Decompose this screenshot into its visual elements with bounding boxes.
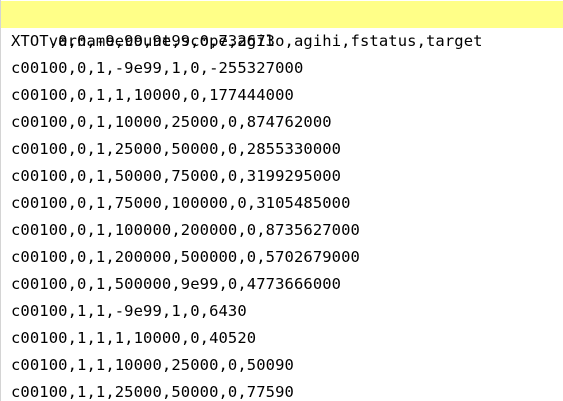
- text-line[interactable]: c00100,0,1,-9e99,1,0,-255327000: [1, 55, 563, 82]
- text-line[interactable]: c00100,0,1,200000,500000,0,5702679000: [1, 244, 563, 271]
- line-text: c00100,0,1,200000,500000,0,5702679000: [11, 248, 360, 266]
- text-line[interactable]: c00100,0,1,10000,25000,0,874762000: [1, 109, 563, 136]
- current-line[interactable]: varname,count,scope,agilo,agihi,fstatus,…: [1, 1, 563, 50]
- line-text: c00100,1,1,10000,25000,0,50090: [11, 356, 294, 374]
- text-line[interactable]: c00100,1,1,10000,25000,0,50090: [1, 352, 563, 379]
- line-text: c00100,0,1,500000,9e99,0,4773666000: [11, 275, 342, 293]
- line-text: c00100,0,1,25000,50000,0,2855330000: [11, 140, 342, 158]
- text-line[interactable]: c00100,0,1,1,10000,0,177444000: [1, 82, 563, 109]
- text-line[interactable]: c00100,1,1,-9e99,1,0,6430: [1, 298, 563, 325]
- text-editor[interactable]: varname,count,scope,agilo,agihi,fstatus,…: [0, 0, 563, 401]
- text-line[interactable]: XTOT,0,0,-9e99,9e99,0,732673: [1, 28, 563, 55]
- text-line[interactable]: c00100,0,1,25000,50000,0,2855330000: [1, 136, 563, 163]
- line-text: c00100,1,1,-9e99,1,0,6430: [11, 302, 247, 320]
- line-text: c00100,1,1,25000,50000,0,77590: [11, 383, 294, 401]
- text-line[interactable]: c00100,0,1,500000,9e99,0,4773666000: [1, 271, 563, 298]
- text-line[interactable]: c00100,0,1,50000,75000,0,3199295000: [1, 163, 563, 190]
- text-line[interactable]: c00100,0,1,100000,200000,0,8735627000: [1, 217, 563, 244]
- text-line[interactable]: c00100,1,1,1,10000,0,40520: [1, 325, 563, 352]
- line-text: c00100,1,1,1,10000,0,40520: [11, 329, 257, 347]
- line-text: c00100,0,1,-9e99,1,0,-255327000: [11, 59, 304, 77]
- line-text: c00100,0,1,100000,200000,0,8735627000: [11, 221, 360, 239]
- line-text: c00100,0,1,75000,100000,0,3105485000: [11, 194, 351, 212]
- line-text: XTOT,0,0,-9e99,9e99,0,732673: [11, 32, 276, 50]
- line-text: c00100,0,1,1,10000,0,177444000: [11, 86, 294, 104]
- text-line[interactable]: c00100,1,1,25000,50000,0,77590: [1, 379, 563, 401]
- text-line[interactable]: c00100,0,1,75000,100000,0,3105485000: [1, 190, 563, 217]
- line-text: c00100,0,1,50000,75000,0,3199295000: [11, 167, 342, 185]
- line-text: c00100,0,1,10000,25000,0,874762000: [11, 113, 332, 131]
